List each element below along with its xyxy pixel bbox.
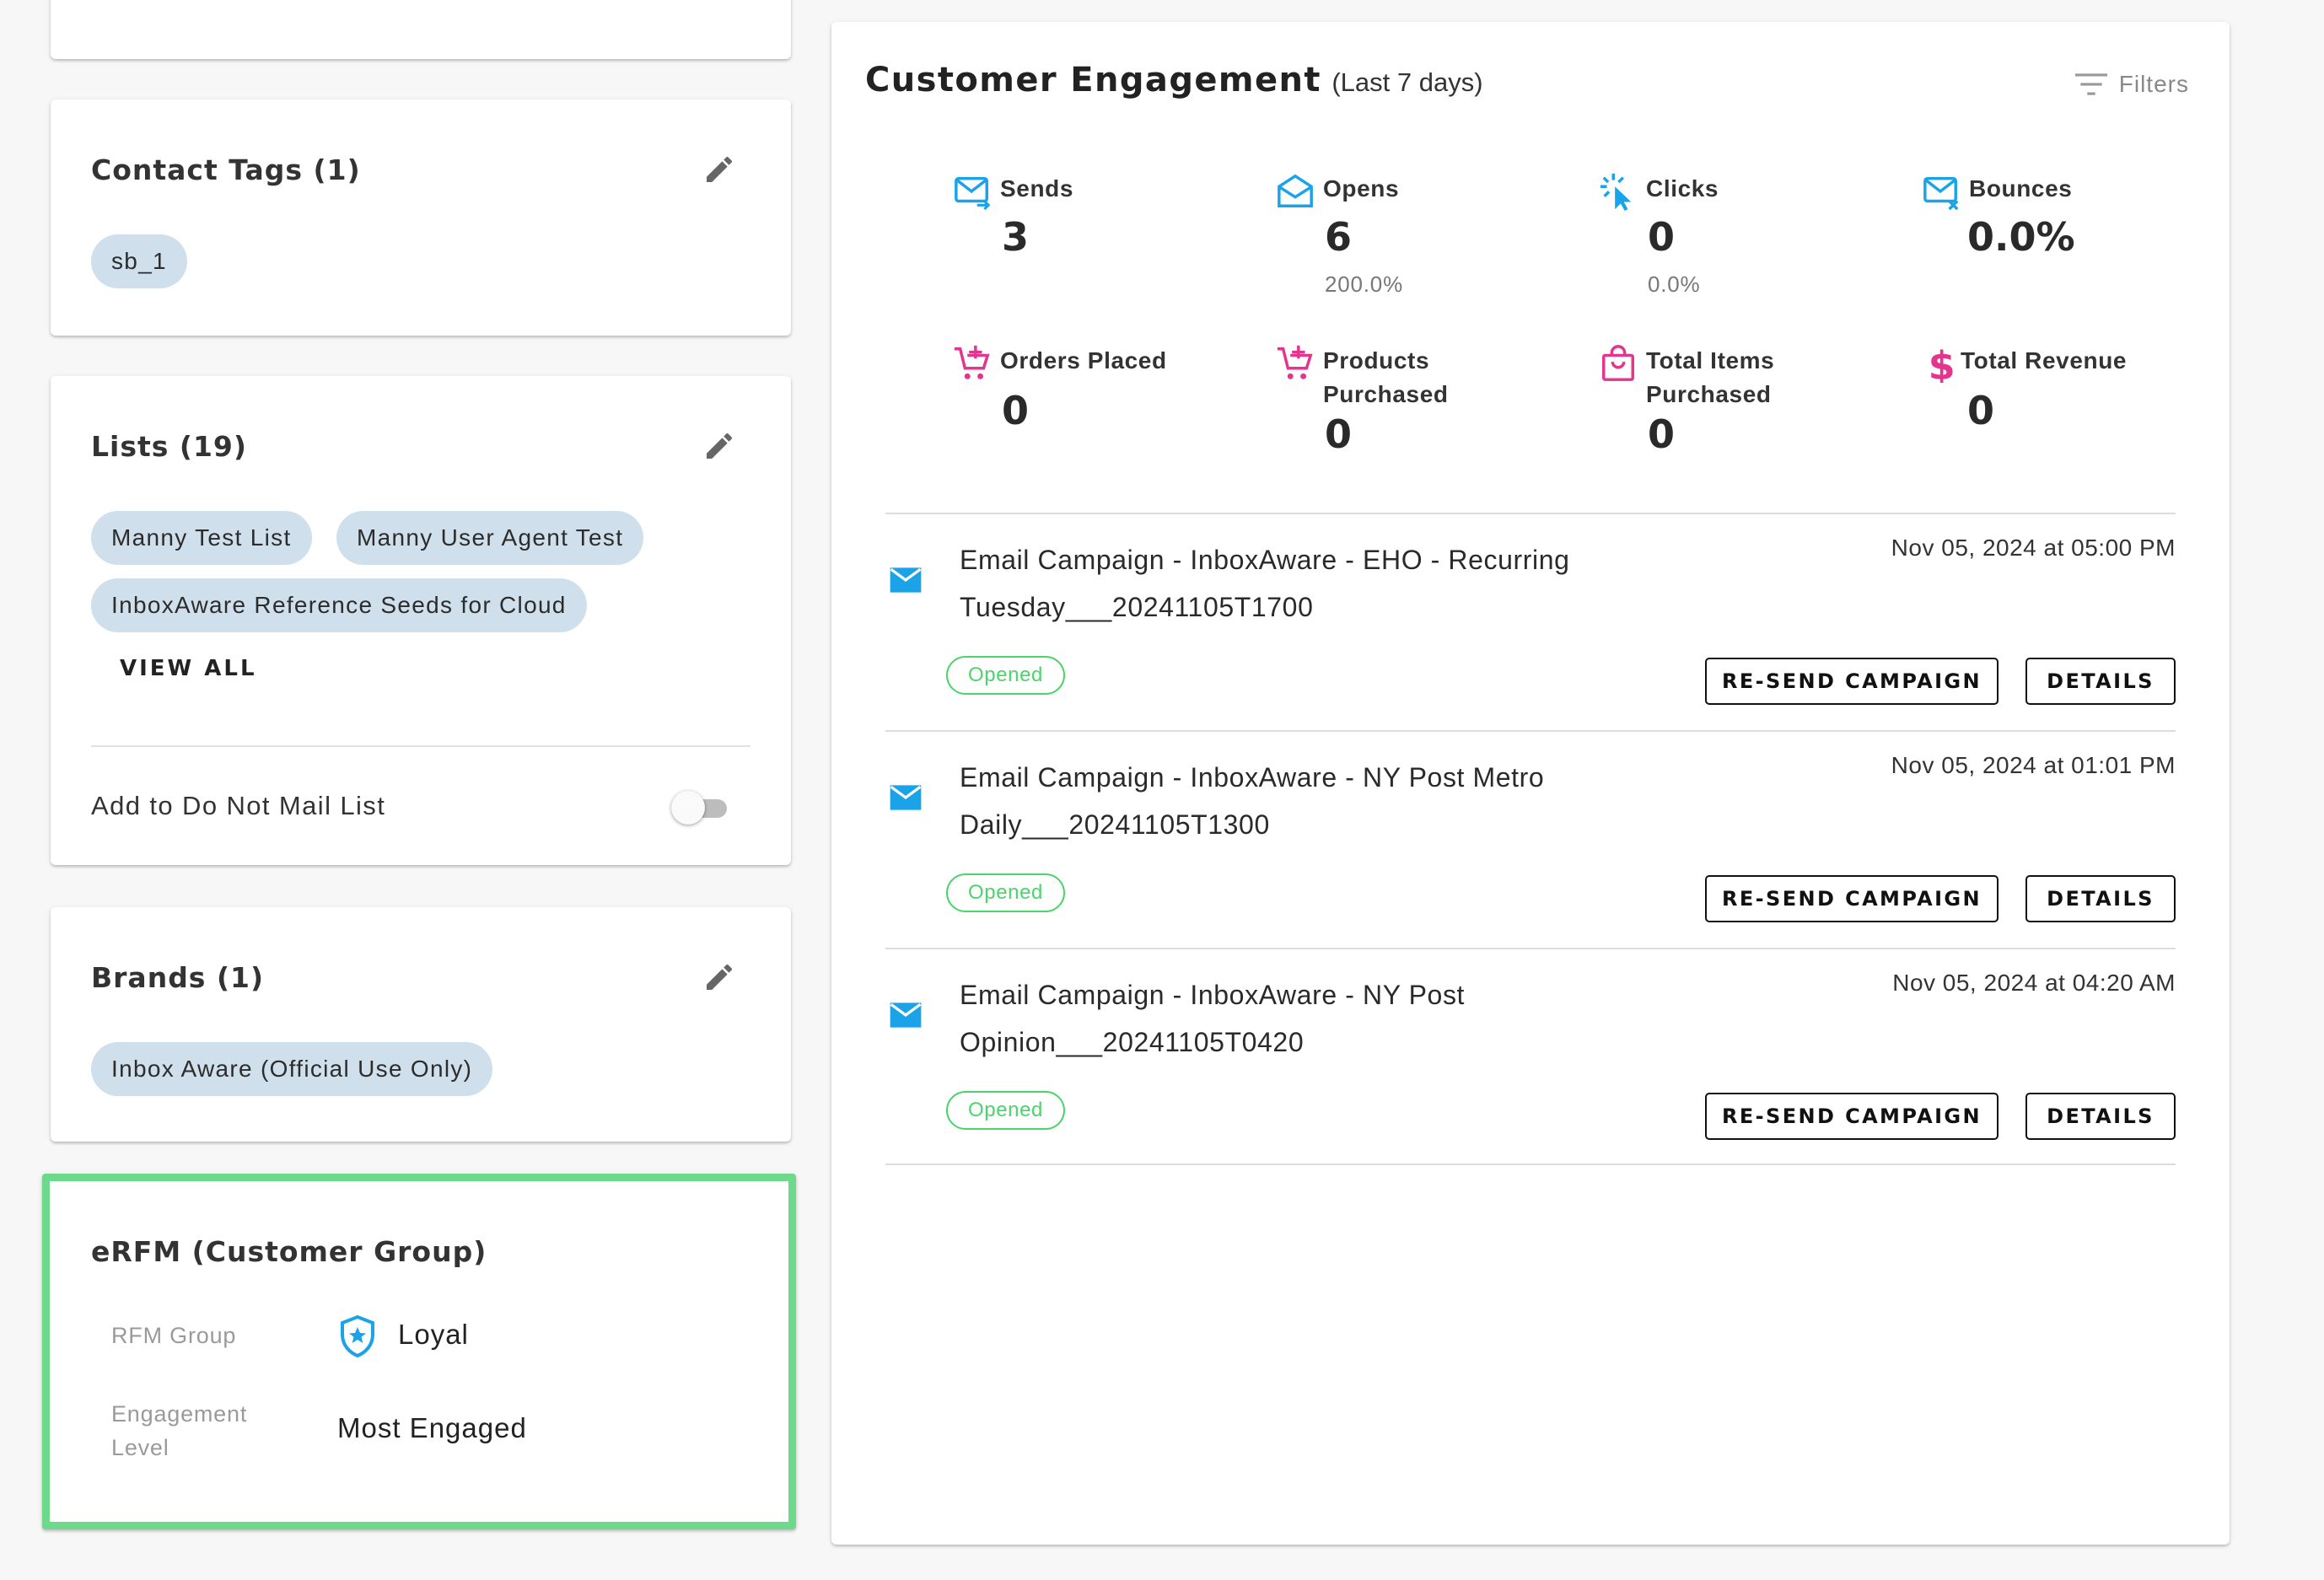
resend-campaign-button[interactable]: RE-SEND CAMPAIGN (1705, 875, 1999, 922)
status-badge: Opened (946, 873, 1066, 912)
toggle-thumb (671, 791, 705, 825)
pencil-icon (707, 156, 733, 182)
engagement-level-value: Most Engaged (337, 1412, 527, 1443)
campaign-row: Email Campaign - InboxAware - EHO - Recu… (885, 513, 2176, 730)
resend-campaign-button[interactable]: RE-SEND CAMPAIGN (1705, 1093, 1999, 1140)
envelope-icon (890, 785, 922, 810)
envelope-icon (890, 567, 922, 593)
cursor-click-icon (1600, 173, 1632, 211)
metric-label: Total Revenue (1961, 347, 2128, 374)
brands-title: Brands (1) (91, 961, 265, 994)
erfm-title: eRFM (Customer Group) (91, 1235, 487, 1268)
filter-lines-icon (2074, 73, 2107, 95)
metric-value: 0 (1648, 411, 1676, 457)
engagement-heading: Customer Engagement (Last 7 days) (865, 61, 1483, 99)
metric-label: Opens (1323, 175, 1400, 202)
shopping-bag-icon (1602, 345, 1634, 381)
list-chip[interactable]: Manny User Agent Test (336, 511, 644, 565)
rfm-group-value: Loyal (398, 1319, 469, 1350)
campaign-name: Email Campaign - InboxAware - EHO - Recu… (960, 545, 1570, 622)
metric-label: Bounces (1969, 175, 2073, 202)
view-all-link[interactable]: VIEW ALL (120, 656, 257, 681)
svg-text:$: $ (1929, 344, 1955, 383)
contact-tag-chip[interactable]: sb_1 (91, 234, 187, 288)
contact-tags-title: Contact Tags (1) (91, 153, 361, 186)
metric-label: Orders Placed (1000, 347, 1167, 374)
campaign-name: Email Campaign - InboxAware - NY Post Me… (960, 762, 1545, 840)
dollar-icon: $ (1929, 344, 1955, 383)
rfm-group-label: RFM Group (111, 1323, 237, 1348)
cart-add-icon (1277, 345, 1313, 379)
mail-bounce-icon (1923, 176, 1959, 211)
metric-value: 0 (1325, 411, 1353, 457)
erfm-card: eRFM (Customer Group) RFM Group Loyal En… (42, 1174, 796, 1529)
filters-button[interactable]: Filters (2074, 71, 2189, 98)
metric-label: Products Purchased (1323, 347, 1449, 407)
list-chip[interactable]: InboxAware Reference Seeds for Cloud (91, 578, 587, 632)
do-not-mail-toggle[interactable] (671, 789, 730, 826)
metric-value: 6 (1325, 214, 1353, 260)
metric-percentage: 0.0% (1648, 271, 1701, 297)
metric-label: Clicks (1646, 175, 1719, 202)
edit-contact-tags-button[interactable] (697, 147, 742, 192)
metric-percentage: 200.0% (1325, 271, 1403, 297)
details-button[interactable]: DETAILS (2025, 1093, 2176, 1140)
campaign-row: Email Campaign - InboxAware - NY Post Op… (885, 948, 2176, 1165)
mail-send-icon (955, 176, 991, 211)
brands-card: Brands (1) Inbox Aware (Official Use Onl… (51, 907, 791, 1142)
cart-add-icon (954, 345, 990, 379)
pencil-icon (707, 433, 733, 459)
engagement-title: Customer Engagement (865, 61, 1321, 99)
list-chip[interactable]: Manny Test List (91, 511, 312, 565)
shield-star-icon (337, 1314, 378, 1358)
status-badge: Opened (946, 1091, 1066, 1130)
status-badge: Opened (946, 656, 1066, 695)
do-not-mail-label: Add to Do Not Mail List (91, 791, 386, 820)
metric-label: Sends (1000, 175, 1074, 202)
contact-tags-card: Contact Tags (1) sb_1 (51, 99, 791, 336)
resend-campaign-button[interactable]: RE-SEND CAMPAIGN (1705, 658, 1999, 705)
campaign-date: Nov 05, 2024 at 05:00 PM (1891, 535, 2176, 561)
lists-card: Lists (19) Manny Test List Manny User Ag… (51, 376, 791, 865)
campaign-name: Email Campaign - InboxAware - NY Post Op… (960, 980, 1466, 1057)
filters-label: Filters (2118, 71, 2189, 97)
brand-chip[interactable]: Inbox Aware (Official Use Only) (91, 1042, 493, 1096)
metric-value: 0 (1967, 388, 1995, 433)
edit-lists-button[interactable] (697, 423, 742, 469)
pencil-icon (707, 964, 733, 990)
campaign-date: Nov 05, 2024 at 04:20 AM (1892, 970, 2176, 996)
details-button[interactable]: DETAILS (2025, 658, 2176, 705)
mail-open-icon (1278, 174, 1313, 207)
lists-title: Lists (19) (91, 430, 247, 463)
metric-value: 0.0% (1967, 214, 2075, 260)
campaign-row: Email Campaign - InboxAware - NY Post Me… (885, 730, 2176, 948)
metric-label: Total Items Purchased (1646, 347, 1775, 407)
edit-brands-button[interactable] (697, 954, 742, 1000)
campaign-date: Nov 05, 2024 at 01:01 PM (1891, 752, 2176, 778)
engagement-period: (Last 7 days) (1331, 67, 1483, 97)
details-button[interactable]: DETAILS (2025, 875, 2176, 922)
divider (91, 745, 750, 747)
top-partial-card (51, 0, 791, 59)
metric-value: 3 (1002, 214, 1030, 260)
engagement-level-label: Engagement Level (111, 1401, 248, 1460)
metric-value: 0 (1002, 388, 1030, 433)
metric-value: 0 (1648, 214, 1676, 260)
envelope-icon (890, 1002, 922, 1028)
